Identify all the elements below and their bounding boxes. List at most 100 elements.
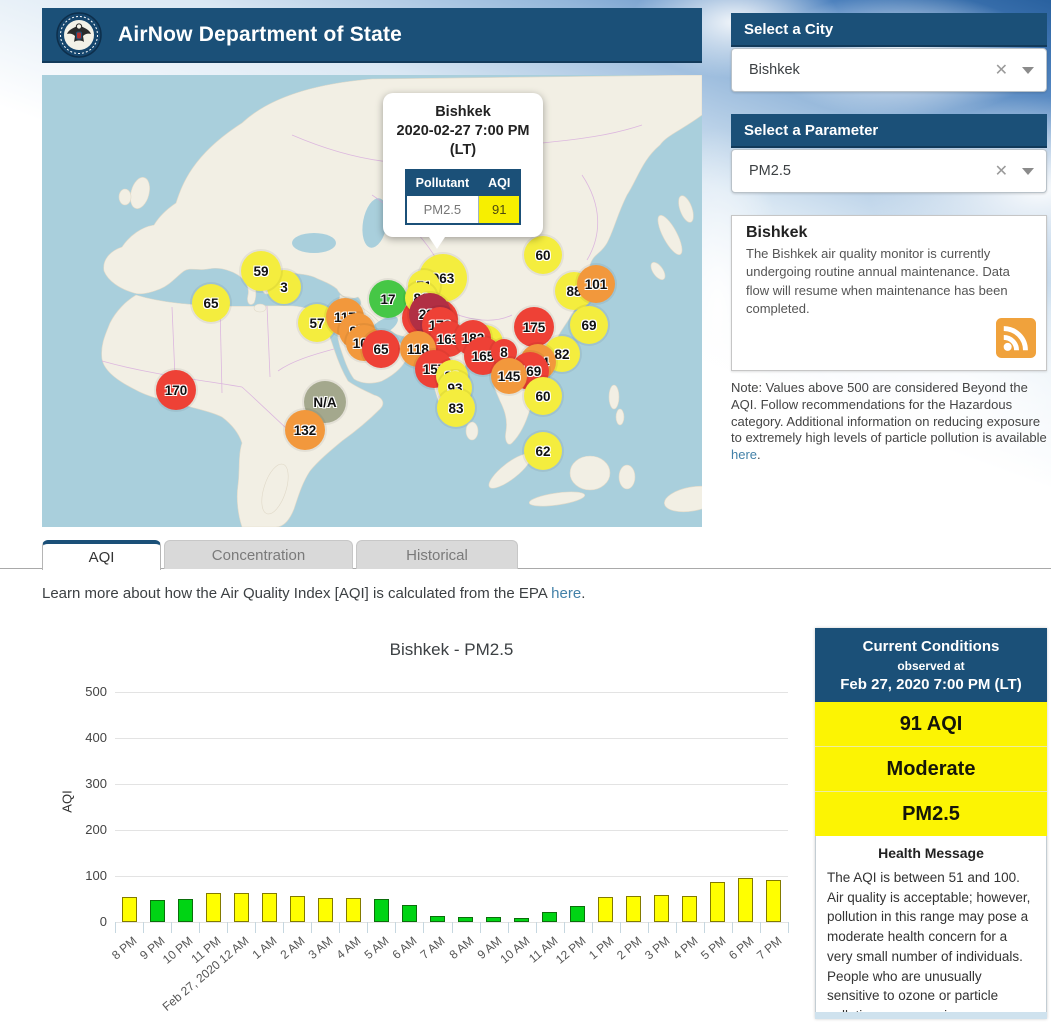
chart-x-tick: [423, 922, 424, 933]
x-clear-icon[interactable]: ✕: [995, 161, 1008, 181]
chart-x-tick: [115, 922, 116, 933]
chart-x-tick: [676, 922, 677, 933]
chevron-down-icon[interactable]: [1022, 168, 1034, 175]
chart-bar[interactable]: [626, 896, 641, 922]
chart-bar[interactable]: [178, 899, 193, 922]
map-marker[interactable]: 145: [491, 358, 527, 394]
info-box-title: Bishkek: [746, 224, 1032, 242]
map-marker-value: 132: [294, 423, 317, 438]
chart-bar[interactable]: [710, 882, 725, 922]
city-info-box: Bishkek The Bishkek air quality monitor …: [731, 215, 1047, 371]
beyond-aqi-note: Note: Values above 500 are considered Be…: [731, 380, 1049, 464]
map-marker-value: 69: [581, 318, 596, 333]
rss-feed-icon[interactable]: [996, 318, 1036, 358]
app-title: AirNow Department of State: [118, 23, 402, 47]
chart-bar[interactable]: [122, 897, 137, 922]
chart-bar[interactable]: [402, 905, 417, 922]
chart-y-tick-label: 200: [67, 822, 107, 837]
chart-bar[interactable]: [486, 917, 501, 922]
map-marker[interactable]: 65: [192, 284, 230, 322]
info-box-body: The Bishkek air quality monitor is curre…: [746, 245, 1032, 319]
select-city-label: Select a City: [744, 21, 833, 38]
chart-x-tick: [395, 922, 396, 933]
health-message-text: The AQI is between 51 and 100. Air quali…: [827, 868, 1035, 1019]
map-marker[interactable]: 59: [241, 251, 281, 291]
note-here-link[interactable]: here: [731, 447, 757, 462]
chart-bar[interactable]: [514, 918, 529, 922]
chart-x-tick: [227, 922, 228, 933]
map-marker[interactable]: 62: [524, 432, 562, 470]
department-of-state-seal-logo: [56, 12, 102, 58]
chart-bar[interactable]: [346, 898, 361, 922]
map-marker[interactable]: 17: [369, 280, 407, 318]
map-marker[interactable]: 101: [577, 265, 615, 303]
map-marker-value: 82: [554, 347, 569, 362]
chart-x-tick: [648, 922, 649, 933]
map-marker-value: 175: [523, 320, 546, 335]
chart-bar[interactable]: [234, 893, 249, 922]
chart-bar[interactable]: [570, 906, 585, 922]
note-suffix: .: [757, 447, 761, 462]
chart-bar[interactable]: [738, 878, 753, 922]
city-select-dropdown[interactable]: Bishkek ✕: [731, 48, 1047, 92]
x-clear-icon[interactable]: ✕: [995, 60, 1008, 80]
tab-historical[interactable]: Historical: [356, 540, 518, 569]
current-conditions-header: Current Conditions observed at Feb 27, 2…: [815, 628, 1047, 702]
chart-bar[interactable]: [598, 897, 613, 922]
city-select-value: Bishkek: [749, 62, 995, 78]
map-popup[interactable]: Bishkek 2020-02-27 7:00 PM (LT) Pollutan…: [383, 93, 543, 237]
chart-x-tick: [536, 922, 537, 933]
chart-bar[interactable]: [206, 893, 221, 922]
map-marker[interactable]: 69: [570, 306, 608, 344]
chart-x-tick: [199, 922, 200, 933]
chart-bar[interactable]: [374, 899, 389, 922]
map-marker-value: 83: [448, 401, 463, 416]
map-marker[interactable]: 60: [524, 236, 562, 274]
chart-bar[interactable]: [766, 880, 781, 922]
map-marker[interactable]: 65: [362, 330, 400, 368]
learn-more-text: Learn more about how the Air Quality Ind…: [42, 585, 547, 602]
chart-y-tick-label: 500: [67, 684, 107, 699]
select-parameter-label: Select a Parameter: [744, 122, 878, 139]
chart-x-tick: [480, 922, 481, 933]
chart-x-tick: [564, 922, 565, 933]
chart-bar[interactable]: [430, 916, 445, 922]
parameter-select-dropdown[interactable]: PM2.5 ✕: [731, 149, 1047, 193]
map-marker[interactable]: 83: [437, 389, 475, 427]
parameter-select-value: PM2.5: [749, 163, 995, 179]
map-marker[interactable]: 60: [524, 377, 562, 415]
world-aqi-map[interactable]: 3596557117901086517170N/A132963718622317…: [42, 75, 702, 527]
chart-gridline: [115, 738, 788, 739]
current-conditions-title: Current Conditions: [821, 638, 1041, 655]
chart-x-tick: [760, 922, 761, 933]
chart-y-tick-label: 0: [67, 914, 107, 929]
popup-datetime: 2020-02-27 7:00 PM (LT): [389, 122, 537, 160]
chart-bar[interactable]: [290, 896, 305, 922]
select-parameter-header: Select a Parameter: [731, 114, 1047, 148]
popup-col-pollutant: Pollutant: [406, 170, 479, 196]
chart-bar[interactable]: [542, 912, 557, 922]
tab-aqi[interactable]: AQI: [42, 540, 161, 570]
popup-city: Bishkek: [389, 103, 537, 122]
map-marker[interactable]: 132: [285, 410, 325, 450]
chevron-down-icon[interactable]: [1022, 67, 1034, 74]
tab-concentration[interactable]: Concentration: [164, 540, 353, 569]
chart-bar[interactable]: [654, 895, 669, 922]
chart-x-tick: [592, 922, 593, 933]
map-marker-value: 145: [498, 369, 521, 384]
chart-bar[interactable]: [458, 917, 473, 922]
current-conditions-panel: Current Conditions observed at Feb 27, 2…: [815, 628, 1047, 1019]
learn-more-here-link[interactable]: here: [551, 585, 581, 602]
aqi-category-block: 91 AQIModeratePM2.5: [815, 702, 1047, 836]
chart-bar[interactable]: [150, 900, 165, 922]
chart-bar[interactable]: [318, 898, 333, 922]
chart-y-axis-label: AQI: [60, 790, 75, 812]
chart-gridline: [115, 692, 788, 693]
map-marker[interactable]: 170: [156, 370, 196, 410]
chart-x-tick: [704, 922, 705, 933]
chart-bar[interactable]: [682, 896, 697, 922]
chart-x-tick: [311, 922, 312, 933]
chart-bar[interactable]: [262, 893, 277, 922]
chart-x-tick: [508, 922, 509, 933]
chart-x-tick: [732, 922, 733, 933]
